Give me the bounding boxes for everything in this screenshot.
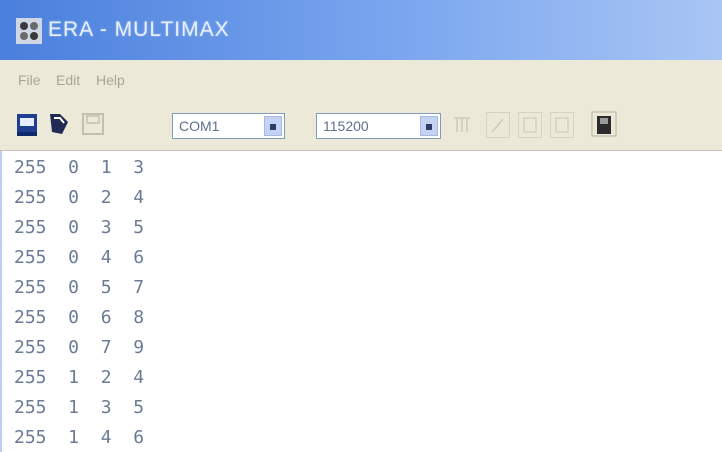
menu-bar: File Edit Help	[0, 60, 722, 100]
chevron-down-icon[interactable]	[420, 116, 438, 136]
clear-button[interactable]	[518, 112, 542, 138]
window-title: ERA - MULTIMAX	[48, 18, 230, 41]
port-value: COM1	[179, 118, 220, 134]
device-icon[interactable]	[590, 108, 618, 140]
connect-icon[interactable]	[14, 108, 40, 140]
output-line: 255 0 2 4	[14, 187, 145, 208]
output-line: 255 0 7 9	[14, 337, 145, 358]
app-icon	[16, 18, 42, 44]
chevron-down-icon[interactable]	[264, 116, 282, 136]
title-bar: ERA - MULTIMAX	[0, 0, 722, 60]
disconnect-icon[interactable]	[46, 108, 72, 140]
output-line: 255 0 4 6	[14, 247, 145, 268]
filter-icon[interactable]	[450, 112, 474, 138]
output-line: 255 0 1 3	[14, 157, 145, 178]
baud-value: 115200	[323, 118, 369, 134]
output-line: 255 1 3 5	[14, 397, 145, 418]
menu-edit[interactable]: Edit	[56, 72, 80, 88]
menu-help[interactable]: Help	[96, 72, 125, 88]
menu-file[interactable]: File	[18, 72, 41, 88]
output-line: 255 1 4 6	[14, 427, 145, 448]
output-line: 255 1 2 4	[14, 367, 145, 388]
toolbar: COM1 115200	[0, 100, 722, 151]
output-line: 255 0 3 5	[14, 217, 145, 238]
grid-icon	[523, 117, 537, 133]
save-icon[interactable]	[80, 108, 106, 140]
baud-select[interactable]: 115200	[316, 113, 441, 139]
port-select[interactable]: COM1	[172, 113, 285, 139]
edit-button[interactable]	[486, 112, 510, 138]
output-console[interactable]: 255 0 1 3 255 0 2 4 255 0 3 5 255 0 4 6 …	[0, 151, 722, 452]
pencil-icon	[491, 118, 504, 133]
output-line: 255 0 5 7	[14, 277, 145, 298]
panel-icon	[555, 117, 569, 133]
settings-button[interactable]	[550, 112, 574, 138]
output-line: 255 0 6 8	[14, 307, 145, 328]
